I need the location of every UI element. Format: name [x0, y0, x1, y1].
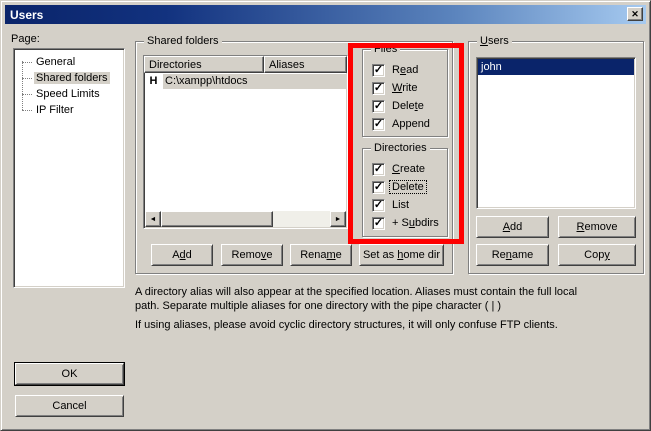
add-user-button[interactable]: Add	[476, 216, 549, 238]
column-header-directories[interactable]: Directories	[144, 56, 264, 73]
button-label: Rename	[300, 249, 342, 261]
rename-user-button[interactable]: Rename	[476, 244, 549, 266]
close-button[interactable]: ✕	[627, 7, 643, 21]
arrow-right-icon: ►	[335, 216, 342, 223]
titlebar[interactable]: Users ✕	[5, 5, 646, 24]
scroll-left-button[interactable]: ◄	[145, 211, 161, 227]
listview-header: Directories Aliases	[144, 56, 347, 73]
tree-dash	[22, 94, 32, 95]
directory-path: C:\xampp\htdocs	[163, 74, 347, 89]
horizontal-scrollbar[interactable]: ◄ ►	[145, 211, 346, 227]
add-directory-button[interactable]: Add	[151, 244, 213, 266]
button-label: Set as home dir	[363, 249, 440, 261]
remove-user-button[interactable]: Remove	[558, 216, 636, 238]
button-label: Add	[503, 221, 523, 233]
tree-dash	[22, 110, 32, 111]
page-list[interactable]: General Shared folders Speed Limits IP F…	[13, 48, 125, 288]
copy-user-button[interactable]: Copy	[558, 244, 636, 266]
scrollbar-thumb[interactable]	[161, 211, 273, 227]
button-label: Cancel	[52, 400, 86, 412]
button-label: Remove	[232, 249, 273, 261]
home-marker: H	[144, 75, 163, 87]
set-as-home-dir-button[interactable]: Set as home dir	[359, 244, 444, 266]
button-label: Remove	[577, 221, 618, 233]
tree-dash	[22, 78, 32, 79]
button-label: Rename	[492, 249, 534, 261]
tree-dash	[22, 62, 32, 63]
users-list[interactable]: john	[476, 57, 636, 209]
button-label: Copy	[584, 249, 610, 261]
page-item-label: General	[34, 56, 77, 68]
page-item-shared-folders[interactable]: Shared folders	[14, 70, 124, 86]
shared-folders-group-label: Shared folders	[144, 35, 222, 47]
page-item-label: Shared folders	[34, 72, 110, 84]
scrollbar-track[interactable]	[273, 211, 330, 227]
column-header-aliases[interactable]: Aliases	[264, 56, 347, 73]
user-item-john[interactable]: john	[478, 59, 634, 75]
cancel-button[interactable]: Cancel	[15, 395, 124, 417]
close-icon: ✕	[631, 10, 639, 19]
arrow-left-icon: ◄	[150, 216, 157, 223]
page-item-general[interactable]: General	[14, 54, 124, 70]
button-label: OK	[62, 368, 78, 380]
window-title: Users	[10, 8, 43, 22]
page-item-ip-filter[interactable]: IP Filter	[14, 102, 124, 118]
help-text-line2: path. Separate multiple aliases for one …	[135, 299, 501, 313]
help-text-line3: If using aliases, please avoid cyclic di…	[135, 318, 558, 332]
help-text-line1: A directory alias will also appear at th…	[135, 285, 577, 299]
ok-button[interactable]: OK	[15, 363, 124, 385]
highlight-annotation	[348, 43, 464, 244]
remove-directory-button[interactable]: Remove	[221, 244, 283, 266]
users-dialog: Users ✕ Page: General Shared folders Spe…	[0, 0, 651, 431]
shared-folders-listview[interactable]: Directories Aliases H C:\xampp\htdocs ◄ …	[143, 55, 348, 229]
page-item-label: Speed Limits	[34, 88, 102, 100]
page-item-label: IP Filter	[34, 104, 76, 116]
page-label: Page:	[11, 33, 40, 45]
rename-directory-button[interactable]: Rename	[290, 244, 352, 266]
button-label: Add	[172, 249, 192, 261]
users-group-label: Users	[477, 35, 512, 47]
directory-row[interactable]: H C:\xampp\htdocs	[144, 73, 347, 89]
user-name: john	[481, 61, 502, 73]
page-item-speed-limits[interactable]: Speed Limits	[14, 86, 124, 102]
scroll-right-button[interactable]: ►	[330, 211, 346, 227]
